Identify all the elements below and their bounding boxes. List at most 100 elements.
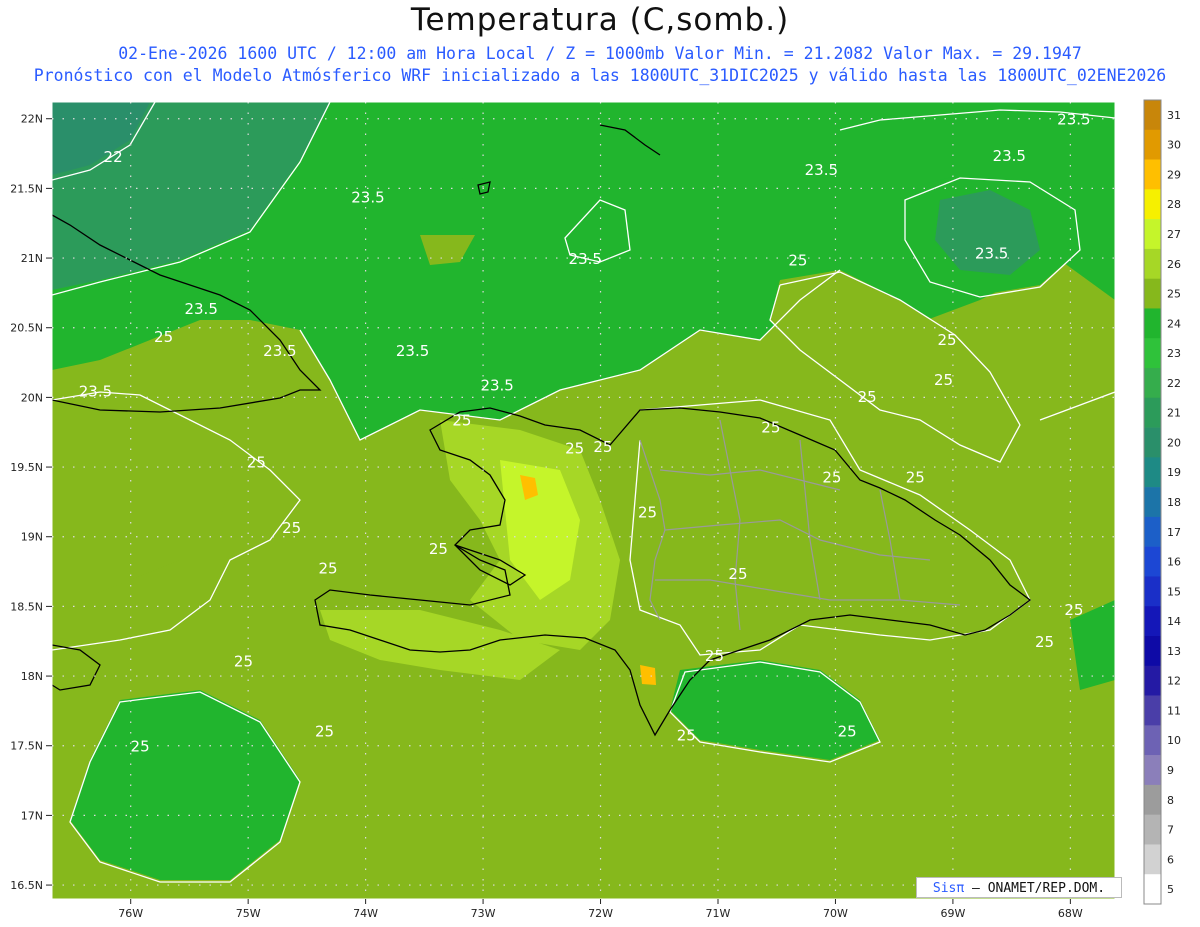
colorbar-label: 30 bbox=[1167, 139, 1181, 152]
contour-label: 23.5 bbox=[79, 382, 112, 400]
colorbar-label: 16 bbox=[1167, 556, 1181, 569]
colorbar-swatch bbox=[1144, 576, 1161, 607]
colorbar-swatch bbox=[1144, 665, 1161, 696]
contour-label: 23.5 bbox=[263, 342, 296, 360]
colorbar-swatch bbox=[1144, 546, 1161, 577]
credit-org: ONAMET/REP.DOM. bbox=[987, 881, 1106, 896]
colorbar-swatch bbox=[1144, 338, 1161, 369]
contour-label: 23.5 bbox=[1057, 111, 1090, 129]
contour-label: 25 bbox=[1035, 633, 1054, 651]
lon-tick-label: 75W bbox=[236, 907, 261, 920]
contour-label: 23.5 bbox=[569, 250, 602, 268]
lat-tick-label: 22N bbox=[21, 113, 43, 126]
contour-label: 23.5 bbox=[975, 244, 1008, 262]
lat-tick-label: 19.5N bbox=[10, 461, 43, 474]
contour-label: 25 bbox=[247, 453, 266, 471]
lat-tick-label: 19N bbox=[21, 531, 43, 544]
contour-label: 25 bbox=[638, 504, 657, 522]
colorbar-swatch bbox=[1144, 725, 1161, 756]
contour-label: 25 bbox=[838, 722, 857, 740]
colorbar-swatch bbox=[1144, 129, 1161, 160]
contour-label: 25 bbox=[937, 331, 956, 349]
colorbar-swatch bbox=[1144, 516, 1161, 547]
colorbar-label: 12 bbox=[1167, 675, 1181, 688]
credit-badge: Sisπ – ONAMET/REP.DOM. bbox=[916, 877, 1122, 898]
lat-tick-label: 21N bbox=[21, 252, 43, 265]
colorbar-label: 31 bbox=[1167, 109, 1181, 122]
colorbar-swatch bbox=[1144, 784, 1161, 815]
contour-label: 25 bbox=[934, 371, 953, 389]
colorbar-label: 8 bbox=[1167, 794, 1174, 807]
colorbar-label: 11 bbox=[1167, 704, 1181, 717]
contour-label: 25 bbox=[761, 419, 780, 437]
colorbar-label: 9 bbox=[1167, 764, 1174, 777]
lon-tick-label: 74W bbox=[353, 907, 378, 920]
brand-logo: Sisπ bbox=[932, 881, 965, 896]
forecast-map: 22 23.5 23.5 23.5 23.5 23.5 23.5 23.5 23.5 23.5 23… bbox=[10, 99, 1181, 920]
lon-tick-label: 76W bbox=[118, 907, 143, 920]
colorbar-swatch bbox=[1144, 814, 1161, 845]
lat-tick-label: 18.5N bbox=[10, 600, 43, 613]
lat-tick-label: 16.5N bbox=[10, 879, 43, 892]
colorbar-swatch bbox=[1144, 844, 1161, 875]
lat-tick-label: 18N bbox=[21, 670, 43, 683]
colorbar-swatch bbox=[1144, 874, 1161, 905]
colorbar-label: 17 bbox=[1167, 526, 1181, 539]
colorbar-label: 23 bbox=[1167, 347, 1181, 360]
colorbar-label: 24 bbox=[1167, 317, 1181, 330]
colorbar-swatch bbox=[1144, 189, 1161, 220]
contour-label: 25 bbox=[705, 647, 724, 665]
colorbar-label: 22 bbox=[1167, 377, 1181, 390]
colorbar-label: 27 bbox=[1167, 228, 1181, 241]
colorbar-label: 28 bbox=[1167, 198, 1181, 211]
contour-label: 23.5 bbox=[805, 161, 838, 179]
colorbar-label: 10 bbox=[1167, 734, 1181, 747]
contour-label: 25 bbox=[429, 540, 448, 558]
contour-label: 23.5 bbox=[351, 189, 384, 207]
colorbar-swatch bbox=[1144, 427, 1161, 458]
lat-tick-label: 20N bbox=[21, 391, 43, 404]
colorbar-swatch bbox=[1144, 219, 1161, 250]
colorbar-swatch bbox=[1144, 248, 1161, 279]
colorbar-swatch bbox=[1144, 100, 1161, 131]
colorbar-swatch bbox=[1144, 695, 1161, 726]
colorbar-label: 26 bbox=[1167, 258, 1181, 271]
lon-tick-label: 70W bbox=[823, 907, 848, 920]
lat-tick-label: 17N bbox=[21, 809, 43, 822]
contour-label: 25 bbox=[858, 388, 877, 406]
colorbar-swatch bbox=[1144, 457, 1161, 488]
contour-label: 25 bbox=[1064, 601, 1083, 619]
colorbar-swatch bbox=[1144, 397, 1161, 428]
contour-label: 23.5 bbox=[993, 147, 1026, 165]
contour-label: 25 bbox=[315, 722, 334, 740]
lat-tick-label: 20.5N bbox=[10, 322, 43, 335]
contour-label: 23.5 bbox=[184, 300, 217, 318]
contour-label: 23.5 bbox=[396, 342, 429, 360]
contour-label: 25 bbox=[318, 559, 337, 577]
lat-tick-label: 17.5N bbox=[10, 740, 43, 753]
colorbar-label: 7 bbox=[1167, 824, 1174, 837]
lon-tick-label: 68W bbox=[1058, 907, 1083, 920]
colorbar-swatch bbox=[1144, 636, 1161, 667]
credit-separator: – bbox=[964, 881, 988, 896]
lon-tick-label: 71W bbox=[706, 907, 731, 920]
contour-label: 25 bbox=[154, 328, 173, 346]
colorbar-label: 19 bbox=[1167, 466, 1181, 479]
colorbar-label: 25 bbox=[1167, 288, 1181, 301]
lon-tick-label: 69W bbox=[940, 907, 965, 920]
contour-label: 25 bbox=[822, 469, 841, 487]
temperature-field bbox=[52, 102, 1115, 899]
colorbar-label: 13 bbox=[1167, 645, 1181, 658]
colorbar-swatch bbox=[1144, 606, 1161, 637]
lon-tick-label: 73W bbox=[471, 907, 496, 920]
colorbar-label: 18 bbox=[1167, 496, 1181, 509]
contour-label: 25 bbox=[131, 738, 150, 756]
contour-label: 23.5 bbox=[480, 377, 513, 395]
field-29-hotspot-south bbox=[640, 665, 656, 685]
colorbar-swatch bbox=[1144, 278, 1161, 309]
contour-label: 22 bbox=[104, 148, 123, 166]
colorbar-label: 15 bbox=[1167, 585, 1181, 598]
lon-tick-label: 72W bbox=[588, 907, 613, 920]
contour-label: 25 bbox=[565, 439, 584, 457]
contour-label: 25 bbox=[234, 653, 253, 671]
